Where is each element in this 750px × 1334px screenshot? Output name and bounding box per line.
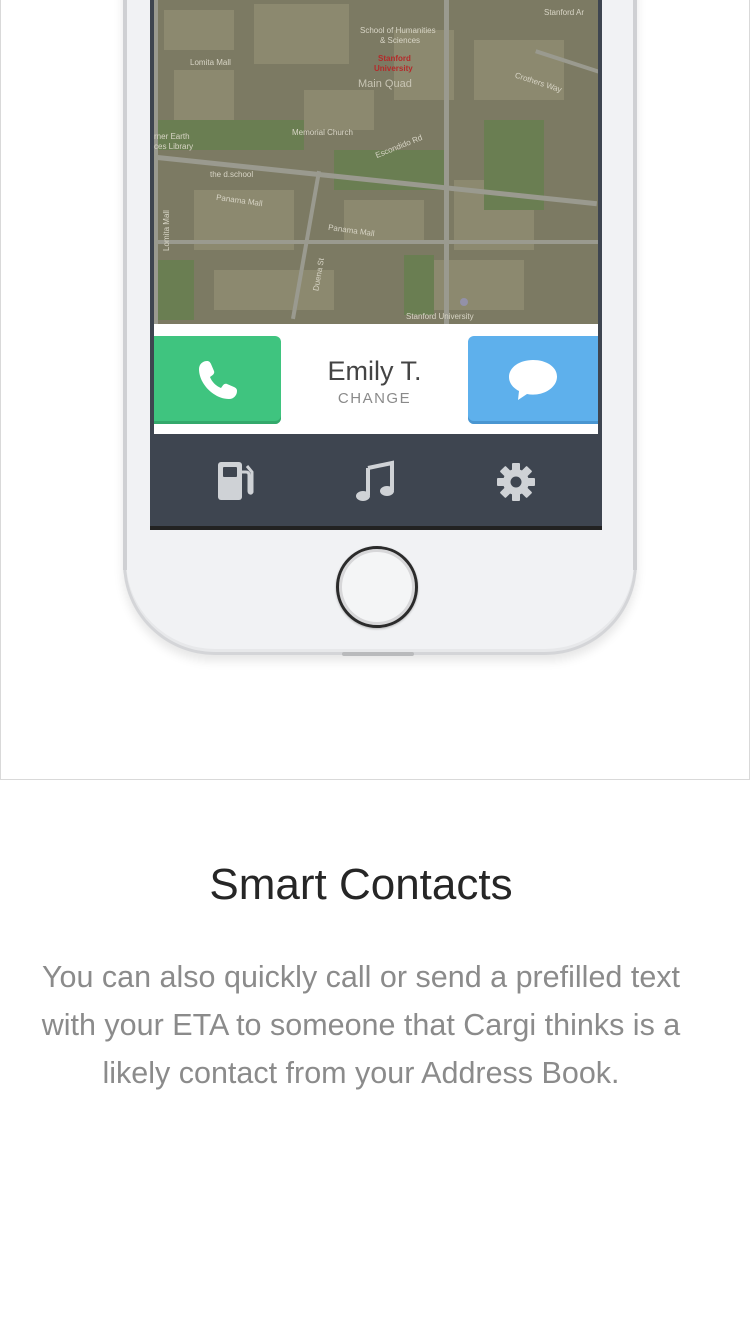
map-pin-icon [460,298,468,306]
map-label: Stanford University [406,312,474,321]
tab-music[interactable] [354,458,398,504]
tab-settings[interactable] [494,458,538,504]
phone-side-right [633,0,637,570]
campus-map[interactable]: Stanford Ar School of Humanities & Scien… [154,0,598,324]
change-contact-link[interactable]: CHANGE [281,390,468,407]
feature-title: Smart Contacts [209,860,513,909]
music-note-icon [356,460,394,501]
feature-description: You can also quickly call or send a pref… [41,960,681,1090]
screen-edge [150,526,602,530]
gear-icon [497,463,535,501]
map-label: Lomita Mall [190,58,231,67]
map-label: Main Quad [358,78,412,90]
lightning-port [342,652,414,656]
phone-preview-panel: Stanford Ar School of Humanities & Scien… [0,0,750,780]
map-label: & Sciences [380,36,421,45]
tab-bar [154,434,598,526]
map-label: Lomita Mall [161,210,171,251]
tab-gas[interactable] [214,458,258,504]
smart-contact-bar: Emily T. CHANGE [154,324,598,434]
map-label: the d.school [210,170,254,179]
phone-icon [198,361,237,399]
map-label: School of Humanities [360,26,436,35]
contact-name: Emily T. [327,356,422,386]
message-button[interactable] [468,336,598,424]
map-label: Memorial Church [292,128,353,137]
map-label: Stanford Ar [544,8,585,17]
phone-side-left [123,0,127,570]
call-button[interactable] [154,336,281,424]
map-label: University [374,64,413,73]
gas-pump-icon [218,462,254,500]
map-label: ces Library [154,142,194,151]
phone-screen: Stanford Ar School of Humanities & Scien… [150,0,602,530]
chat-bubble-icon [509,360,557,400]
map-label: Stanford [378,54,411,63]
home-button[interactable] [336,546,418,628]
map-label: rner Earth [154,132,190,141]
